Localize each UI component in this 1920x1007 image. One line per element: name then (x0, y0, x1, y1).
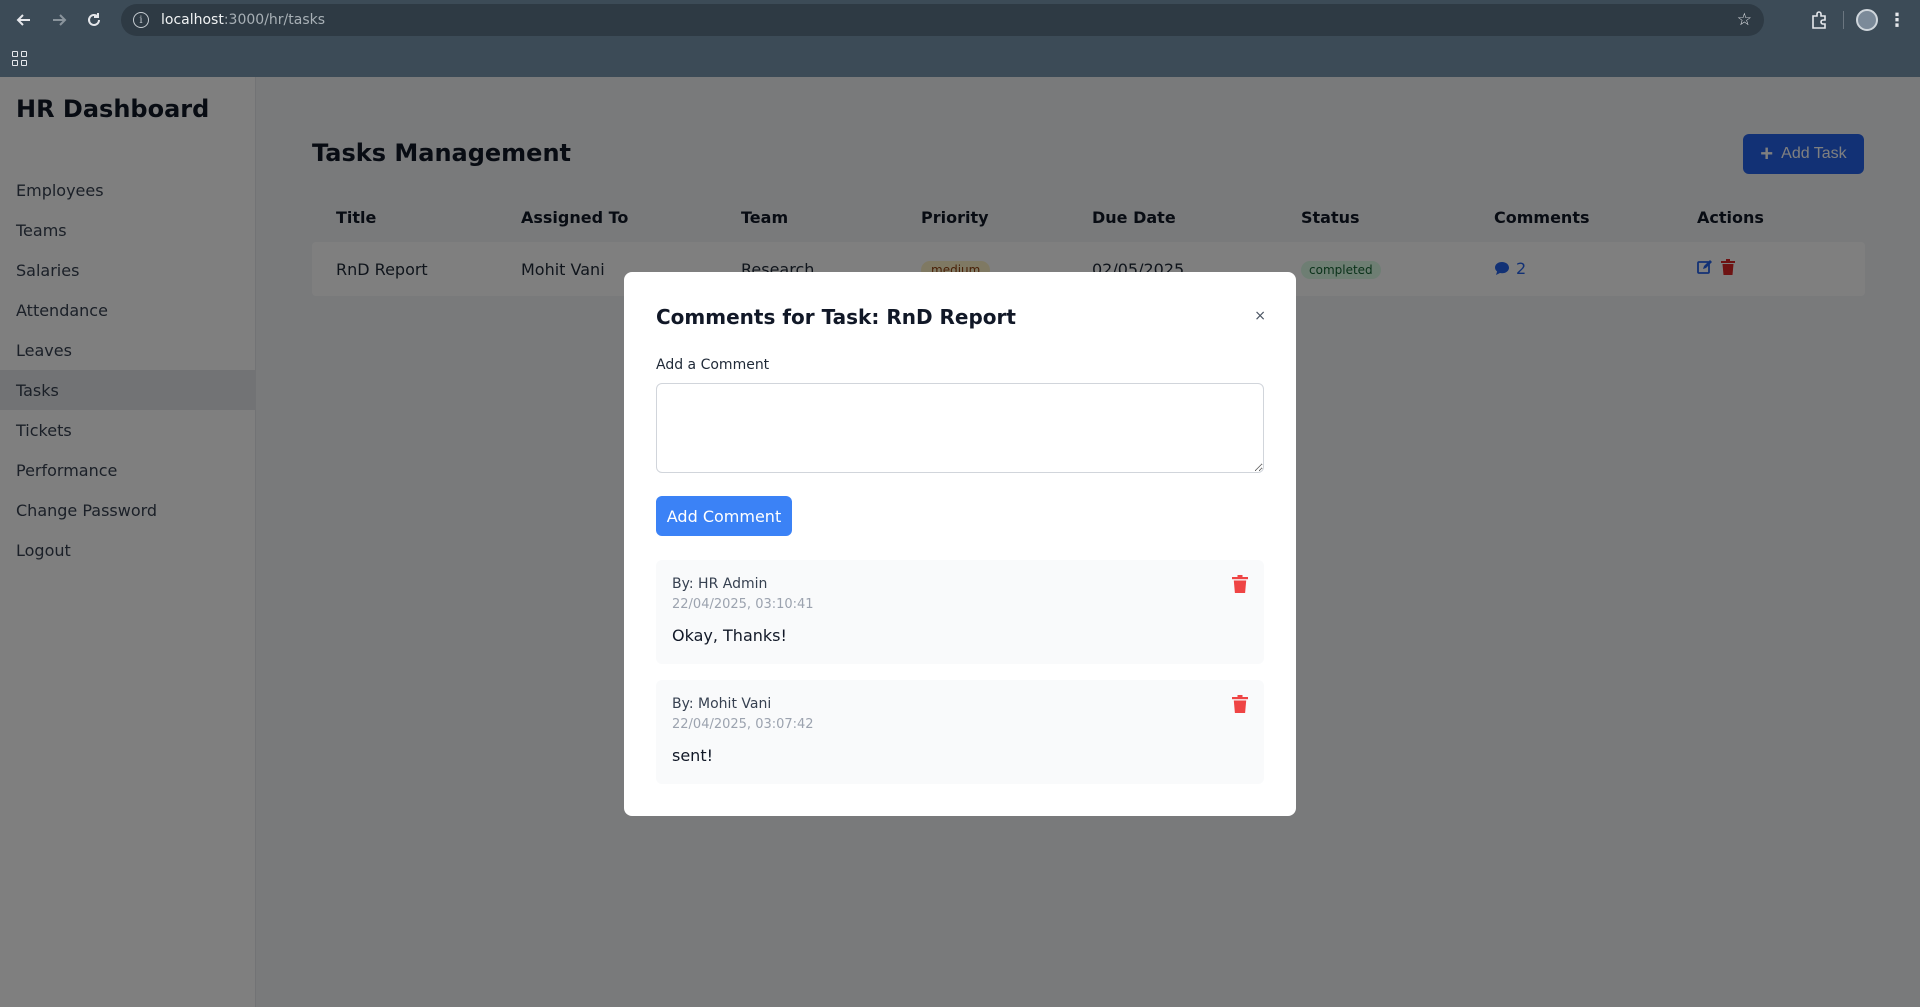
comment-text: sent! (672, 746, 714, 765)
browser-menu-icon[interactable]: ⋮ (1888, 10, 1906, 31)
comment-text: Okay, Thanks! (672, 626, 787, 645)
profile-avatar-icon[interactable] (1856, 9, 1878, 31)
url-path: :3000/hr/tasks (223, 12, 326, 28)
address-bar[interactable]: i localhost:3000/hr/tasks ☆ (121, 4, 1764, 36)
comment-textarea[interactable] (656, 383, 1264, 473)
forward-arrow-icon[interactable] (43, 4, 75, 36)
comment-timestamp: 22/04/2025, 03:07:42 (672, 717, 814, 732)
bookmarks-bar (0, 40, 1920, 77)
apps-grid-icon[interactable] (12, 50, 28, 67)
comment-item: By: Mohit Vani 22/04/2025, 03:07:42 sent… (656, 680, 1264, 784)
reload-icon[interactable] (78, 4, 110, 36)
back-arrow-icon[interactable] (8, 4, 40, 36)
trash-icon[interactable] (1232, 575, 1248, 593)
site-info-icon[interactable]: i (133, 12, 149, 28)
toolbar-separator (1843, 11, 1844, 29)
add-comment-button[interactable]: Add Comment (656, 496, 792, 536)
browser-toolbar: i localhost:3000/hr/tasks ☆ ⋮ (0, 0, 1920, 40)
browser-actions: ⋮ (1797, 4, 1920, 36)
comment-timestamp: 22/04/2025, 03:10:41 (672, 597, 814, 612)
browser-chrome: i localhost:3000/hr/tasks ☆ ⋮ (0, 0, 1920, 77)
comment-author: By: Mohit Vani (672, 696, 772, 712)
comments-modal: Comments for Task: RnD Report × Add a Co… (624, 272, 1296, 816)
bookmark-star-icon[interactable]: ☆ (1737, 10, 1752, 30)
modal-title: Comments for Task: RnD Report (656, 305, 1016, 329)
url-host: localhost (161, 12, 224, 28)
comment-item: By: HR Admin 22/04/2025, 03:10:41 Okay, … (656, 560, 1264, 664)
comment-author: By: HR Admin (672, 576, 768, 592)
comment-field-label: Add a Comment (656, 357, 770, 373)
close-icon[interactable]: × (1254, 308, 1266, 324)
extensions-icon[interactable] (1803, 4, 1835, 36)
trash-icon[interactable] (1232, 695, 1248, 713)
